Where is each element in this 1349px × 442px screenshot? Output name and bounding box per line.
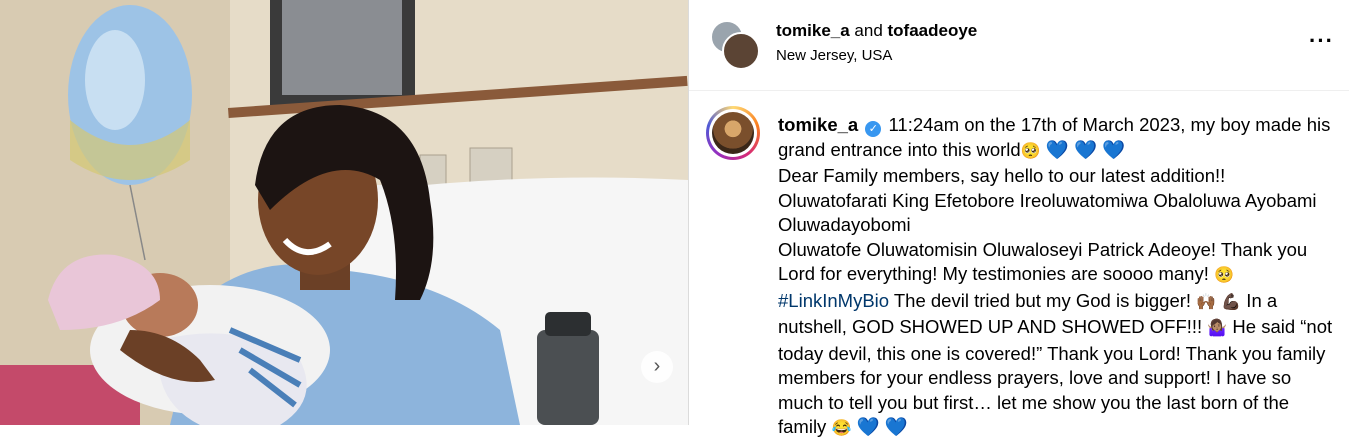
more-options-icon[interactable]: ···	[1309, 28, 1334, 54]
caption-text: tomike_a ✓ 11:24am on the 17th of March …	[778, 113, 1333, 442]
authors-connector: and	[849, 21, 888, 40]
caption-username-link[interactable]: tomike_a	[778, 114, 858, 135]
location-link[interactable]: New Jersey, USA	[776, 47, 892, 64]
caption-line: Oluwatofarati King Efetobore Ireoluwatom…	[778, 189, 1317, 236]
blue-heart-emoji: 💙	[856, 416, 880, 437]
blue-heart-emoji: 💙	[1045, 138, 1069, 160]
chevron-right-icon: ›	[653, 355, 661, 377]
next-photo-button[interactable]: ›	[641, 351, 673, 383]
coauthor-username-link[interactable]: tofaadeoye	[888, 21, 978, 40]
blue-heart-emoji: 💙	[1102, 138, 1126, 160]
raised-hands-emoji: 🙌🏾	[1196, 293, 1217, 311]
caption-line: The devil tried but my God is bigger!	[889, 289, 1197, 311]
blue-heart-emoji: 💙	[884, 416, 908, 437]
photo-illustration	[0, 0, 688, 425]
caption-avatar[interactable]	[706, 106, 760, 160]
blue-heart-emoji: 💙	[1073, 138, 1097, 160]
hashtag-link[interactable]: #LinkInMyBio	[778, 290, 889, 311]
avatar[interactable]	[722, 32, 760, 70]
caption-line: Dear Family members, say hello to our la…	[778, 165, 1226, 186]
flexed-biceps-emoji: 💪🏿	[1221, 293, 1242, 311]
shrug-emoji: 🤷🏽‍♀️	[1207, 320, 1228, 337]
post-authors: tomike_a and tofaadeoye	[776, 21, 977, 41]
post-photo[interactable]: ›	[0, 0, 688, 425]
post-header: tomike_a and tofaadeoye New Jersey, USA …	[689, 0, 1349, 91]
pleading-face-emoji: 🥺	[1020, 142, 1041, 160]
author-username-link[interactable]: tomike_a	[776, 21, 850, 40]
coauthor-avatars[interactable]	[710, 20, 760, 70]
joy-emoji: 😂	[831, 420, 852, 437]
post-details-panel: tomike_a and tofaadeoye New Jersey, USA …	[688, 0, 1349, 437]
pleading-face-emoji: 🥺	[1213, 267, 1234, 284]
verified-badge-icon: ✓	[865, 121, 882, 137]
